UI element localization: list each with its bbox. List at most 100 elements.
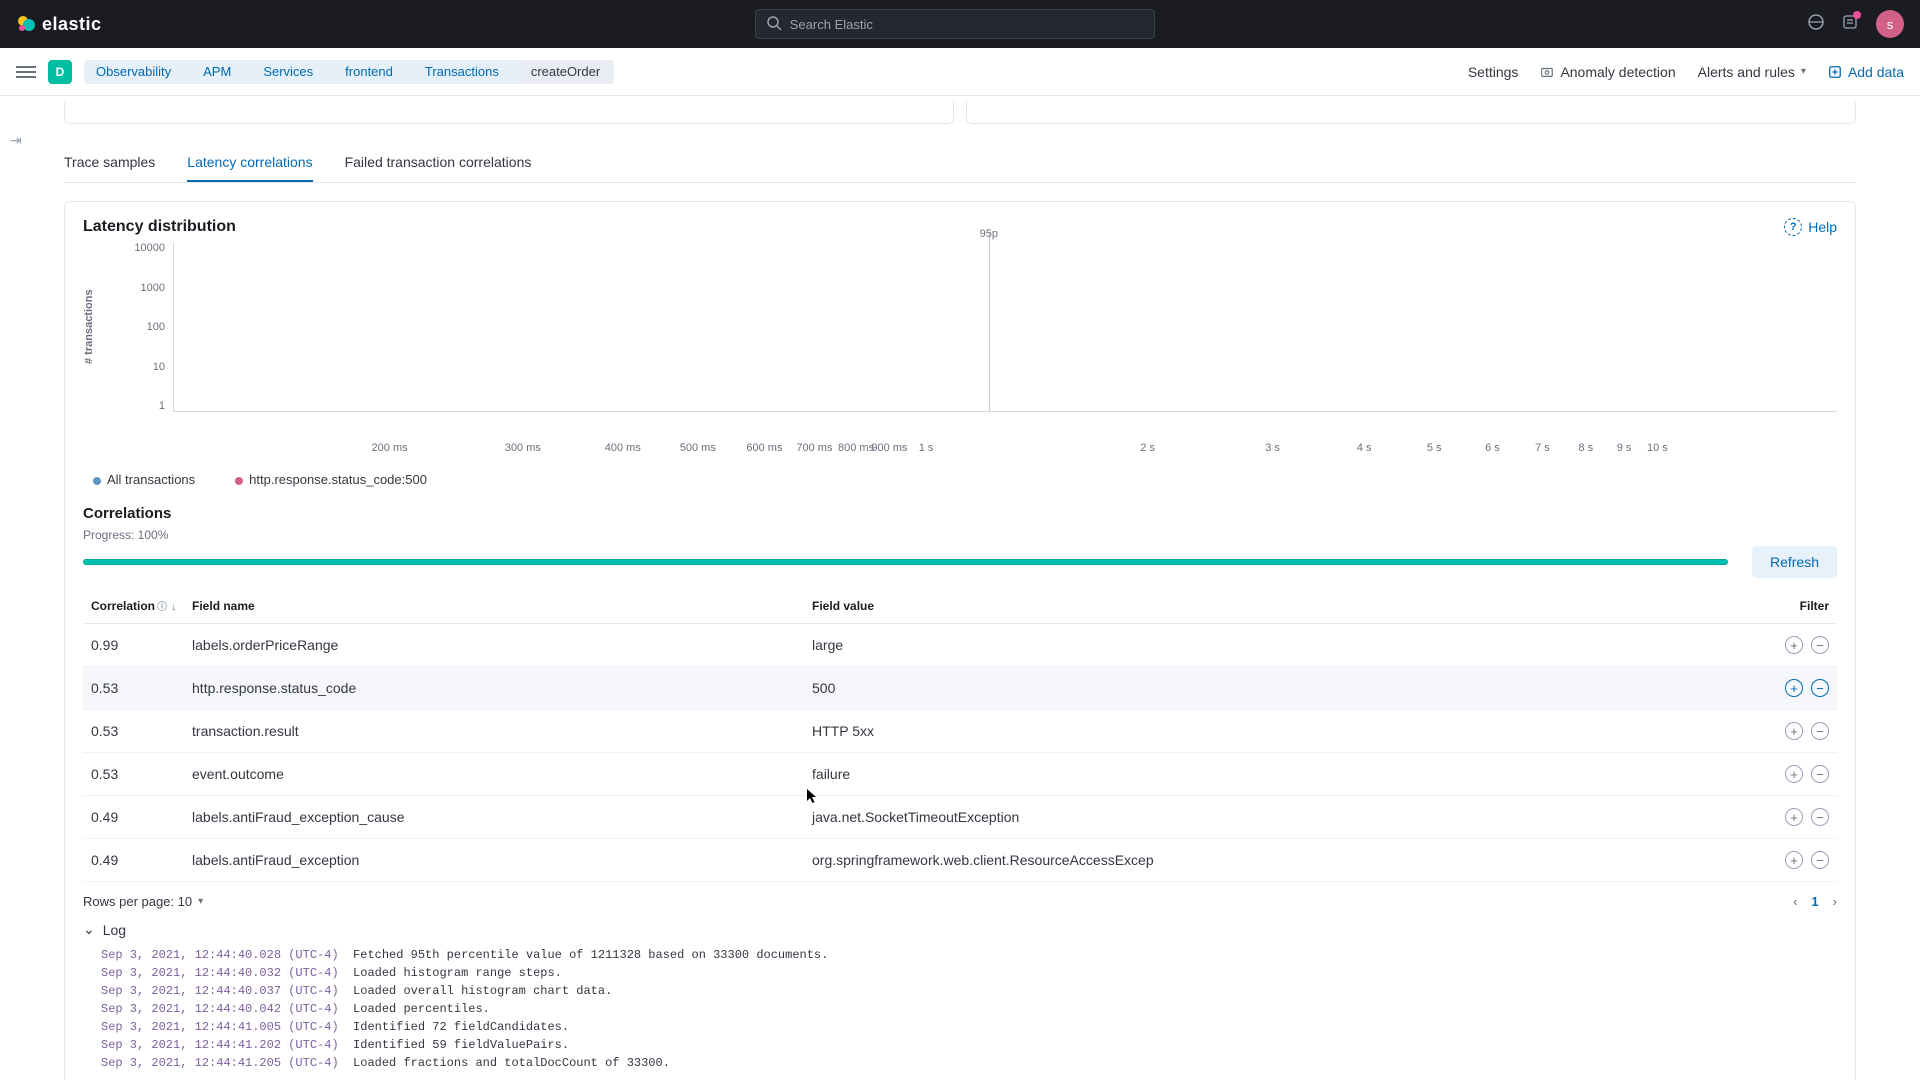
p95-marker bbox=[989, 232, 990, 411]
log-line: Sep 3, 2021, 12:44:41.205 (UTC-4) Loaded… bbox=[101, 1054, 1837, 1072]
anomaly-detection-link[interactable]: Anomaly detection bbox=[1540, 64, 1675, 80]
pager-prev[interactable]: ‹ bbox=[1793, 894, 1797, 909]
global-search[interactable]: Search Elastic bbox=[755, 9, 1155, 39]
tab-latency-correlations[interactable]: Latency correlations bbox=[187, 144, 312, 182]
pager-next[interactable]: › bbox=[1833, 894, 1837, 909]
refresh-button[interactable]: Refresh bbox=[1752, 546, 1837, 578]
table-row[interactable]: 0.53event.outcomefailure+− bbox=[83, 753, 1837, 796]
cell-value: HTTP 5xx bbox=[804, 710, 1747, 753]
notifications-icon[interactable] bbox=[1842, 14, 1858, 35]
cell-field: labels.orderPriceRange bbox=[184, 624, 804, 667]
cell-field: labels.antiFraud_exception bbox=[184, 839, 804, 882]
elastic-logo-icon bbox=[16, 14, 36, 34]
cell-corr: 0.53 bbox=[83, 667, 184, 710]
log-content: Sep 3, 2021, 12:44:40.028 (UTC-4) Fetche… bbox=[83, 946, 1837, 1072]
tab-trace-samples[interactable]: Trace samples bbox=[64, 144, 155, 182]
nav-toggle-icon[interactable] bbox=[16, 66, 36, 78]
breadcrumb-createorder: createOrder bbox=[513, 60, 614, 84]
filter-in-icon[interactable]: + bbox=[1785, 765, 1803, 783]
breadcrumb-apm[interactable]: APM bbox=[185, 60, 245, 84]
breadcrumb-observability[interactable]: Observability bbox=[84, 60, 185, 84]
table-row[interactable]: 0.99labels.orderPriceRangelarge+− bbox=[83, 624, 1837, 667]
filter-out-icon[interactable]: − bbox=[1811, 636, 1829, 654]
table-pager: Rows per page: 10 ▾ ‹ 1 › bbox=[83, 894, 1837, 909]
col-correlation[interactable]: Correlationⓘ↓ bbox=[83, 588, 184, 624]
cell-corr: 0.49 bbox=[83, 796, 184, 839]
filter-out-icon[interactable]: − bbox=[1811, 765, 1829, 783]
breadcrumb-frontend[interactable]: frontend bbox=[327, 60, 407, 84]
filter-out-icon[interactable]: − bbox=[1811, 851, 1829, 869]
table-row[interactable]: 0.49labels.antiFraud_exception_causejava… bbox=[83, 796, 1837, 839]
elastic-logo[interactable]: elastic bbox=[16, 14, 102, 35]
filter-in-icon[interactable]: + bbox=[1785, 679, 1803, 697]
correlations-title: Correlations bbox=[83, 505, 1837, 522]
filter-out-icon[interactable]: − bbox=[1811, 722, 1829, 740]
user-avatar[interactable]: s bbox=[1876, 10, 1904, 38]
chevron-down-icon: ▾ bbox=[1801, 66, 1806, 77]
help-icon: ? bbox=[1784, 218, 1802, 236]
log-line: Sep 3, 2021, 12:44:40.042 (UTC-4) Loaded… bbox=[101, 1000, 1837, 1018]
sub-header: D ObservabilityAPMServicesfrontendTransa… bbox=[0, 48, 1920, 96]
filter-in-icon[interactable]: + bbox=[1785, 808, 1803, 826]
log-accordion[interactable]: ⌄ Log bbox=[83, 921, 1837, 938]
alerts-rules-dropdown[interactable]: Alerts and rules ▾ bbox=[1698, 64, 1806, 80]
info-icon: ⓘ bbox=[157, 602, 167, 613]
brand-text: elastic bbox=[42, 14, 102, 35]
y-axis-ticks: 100001000100101 bbox=[95, 242, 173, 412]
rows-per-page[interactable]: Rows per page: 10 ▾ bbox=[83, 894, 203, 909]
pager-page-1[interactable]: 1 bbox=[1811, 894, 1818, 909]
cell-corr: 0.49 bbox=[83, 839, 184, 882]
log-line: Sep 3, 2021, 12:44:40.028 (UTC-4) Fetche… bbox=[101, 946, 1837, 964]
filter-in-icon[interactable]: + bbox=[1785, 636, 1803, 654]
cell-field: http.response.status_code bbox=[184, 667, 804, 710]
chart-plot[interactable]: 95p bbox=[173, 242, 1837, 412]
filter-in-icon[interactable]: + bbox=[1785, 851, 1803, 869]
log-line: Sep 3, 2021, 12:44:41.202 (UTC-4) Identi… bbox=[101, 1036, 1837, 1054]
y-axis-label: # transactions bbox=[83, 242, 95, 412]
chevron-down-icon: ⌄ bbox=[83, 921, 95, 938]
breadcrumb-services[interactable]: Services bbox=[245, 60, 327, 84]
log-line: Sep 3, 2021, 12:44:40.037 (UTC-4) Loaded… bbox=[101, 982, 1837, 1000]
table-row[interactable]: 0.53transaction.resultHTTP 5xx+− bbox=[83, 710, 1837, 753]
col-field-value[interactable]: Field value bbox=[804, 588, 1747, 624]
filter-out-icon[interactable]: − bbox=[1811, 808, 1829, 826]
cell-corr: 0.53 bbox=[83, 753, 184, 796]
latency-panel: Latency distribution ? Help # transactio… bbox=[64, 201, 1856, 1080]
cell-value: java.net.SocketTimeoutException bbox=[804, 796, 1747, 839]
latency-chart: # transactions 100001000100101 95p bbox=[83, 242, 1837, 442]
filter-in-icon[interactable]: + bbox=[1785, 722, 1803, 740]
ghost-card-left bbox=[64, 102, 954, 124]
progress-label: Progress: 100% bbox=[83, 528, 168, 542]
col-field-name[interactable]: Field name bbox=[184, 588, 804, 624]
legend-item-overlay[interactable]: http.response.status_code:500 bbox=[235, 472, 427, 487]
panel-title: Latency distribution bbox=[83, 218, 236, 236]
table-row[interactable]: 0.53http.response.status_code500+− bbox=[83, 667, 1837, 710]
correlations-table: Correlationⓘ↓ Field name Field value Fil… bbox=[83, 588, 1837, 882]
add-data-button[interactable]: Add data bbox=[1828, 64, 1904, 80]
filter-out-icon[interactable]: − bbox=[1811, 679, 1829, 697]
cell-value: failure bbox=[804, 753, 1747, 796]
help-link[interactable]: ? Help bbox=[1784, 218, 1837, 236]
correlation-tabs: Trace samples Latency correlations Faile… bbox=[64, 144, 1856, 183]
cell-corr: 0.53 bbox=[83, 710, 184, 753]
newsfeed-icon[interactable] bbox=[1808, 14, 1824, 35]
search-placeholder: Search Elastic bbox=[790, 17, 873, 32]
space-selector[interactable]: D bbox=[48, 60, 72, 84]
search-icon bbox=[766, 15, 782, 34]
notification-dot bbox=[1853, 11, 1861, 19]
col-filter: Filter bbox=[1747, 588, 1837, 624]
breadcrumb-transactions[interactable]: Transactions bbox=[407, 60, 513, 84]
chevron-down-icon: ▾ bbox=[198, 896, 203, 907]
cell-field: labels.antiFraud_exception_cause bbox=[184, 796, 804, 839]
chart-legend: All transactions http.response.status_co… bbox=[83, 472, 1837, 487]
cell-value: large bbox=[804, 624, 1747, 667]
log-line: Sep 3, 2021, 12:44:41.005 (UTC-4) Identi… bbox=[101, 1018, 1837, 1036]
legend-item-all[interactable]: All transactions bbox=[93, 472, 195, 487]
settings-link[interactable]: Settings bbox=[1468, 64, 1519, 80]
log-line: Sep 3, 2021, 12:44:40.032 (UTC-4) Loaded… bbox=[101, 964, 1837, 982]
progress-bar bbox=[83, 559, 1728, 565]
tab-failed-correlations[interactable]: Failed transaction correlations bbox=[345, 144, 532, 182]
table-row[interactable]: 0.49labels.antiFraud_exceptionorg.spring… bbox=[83, 839, 1837, 882]
global-header: elastic Search Elastic s bbox=[0, 0, 1920, 48]
ghost-cards bbox=[64, 102, 1856, 124]
